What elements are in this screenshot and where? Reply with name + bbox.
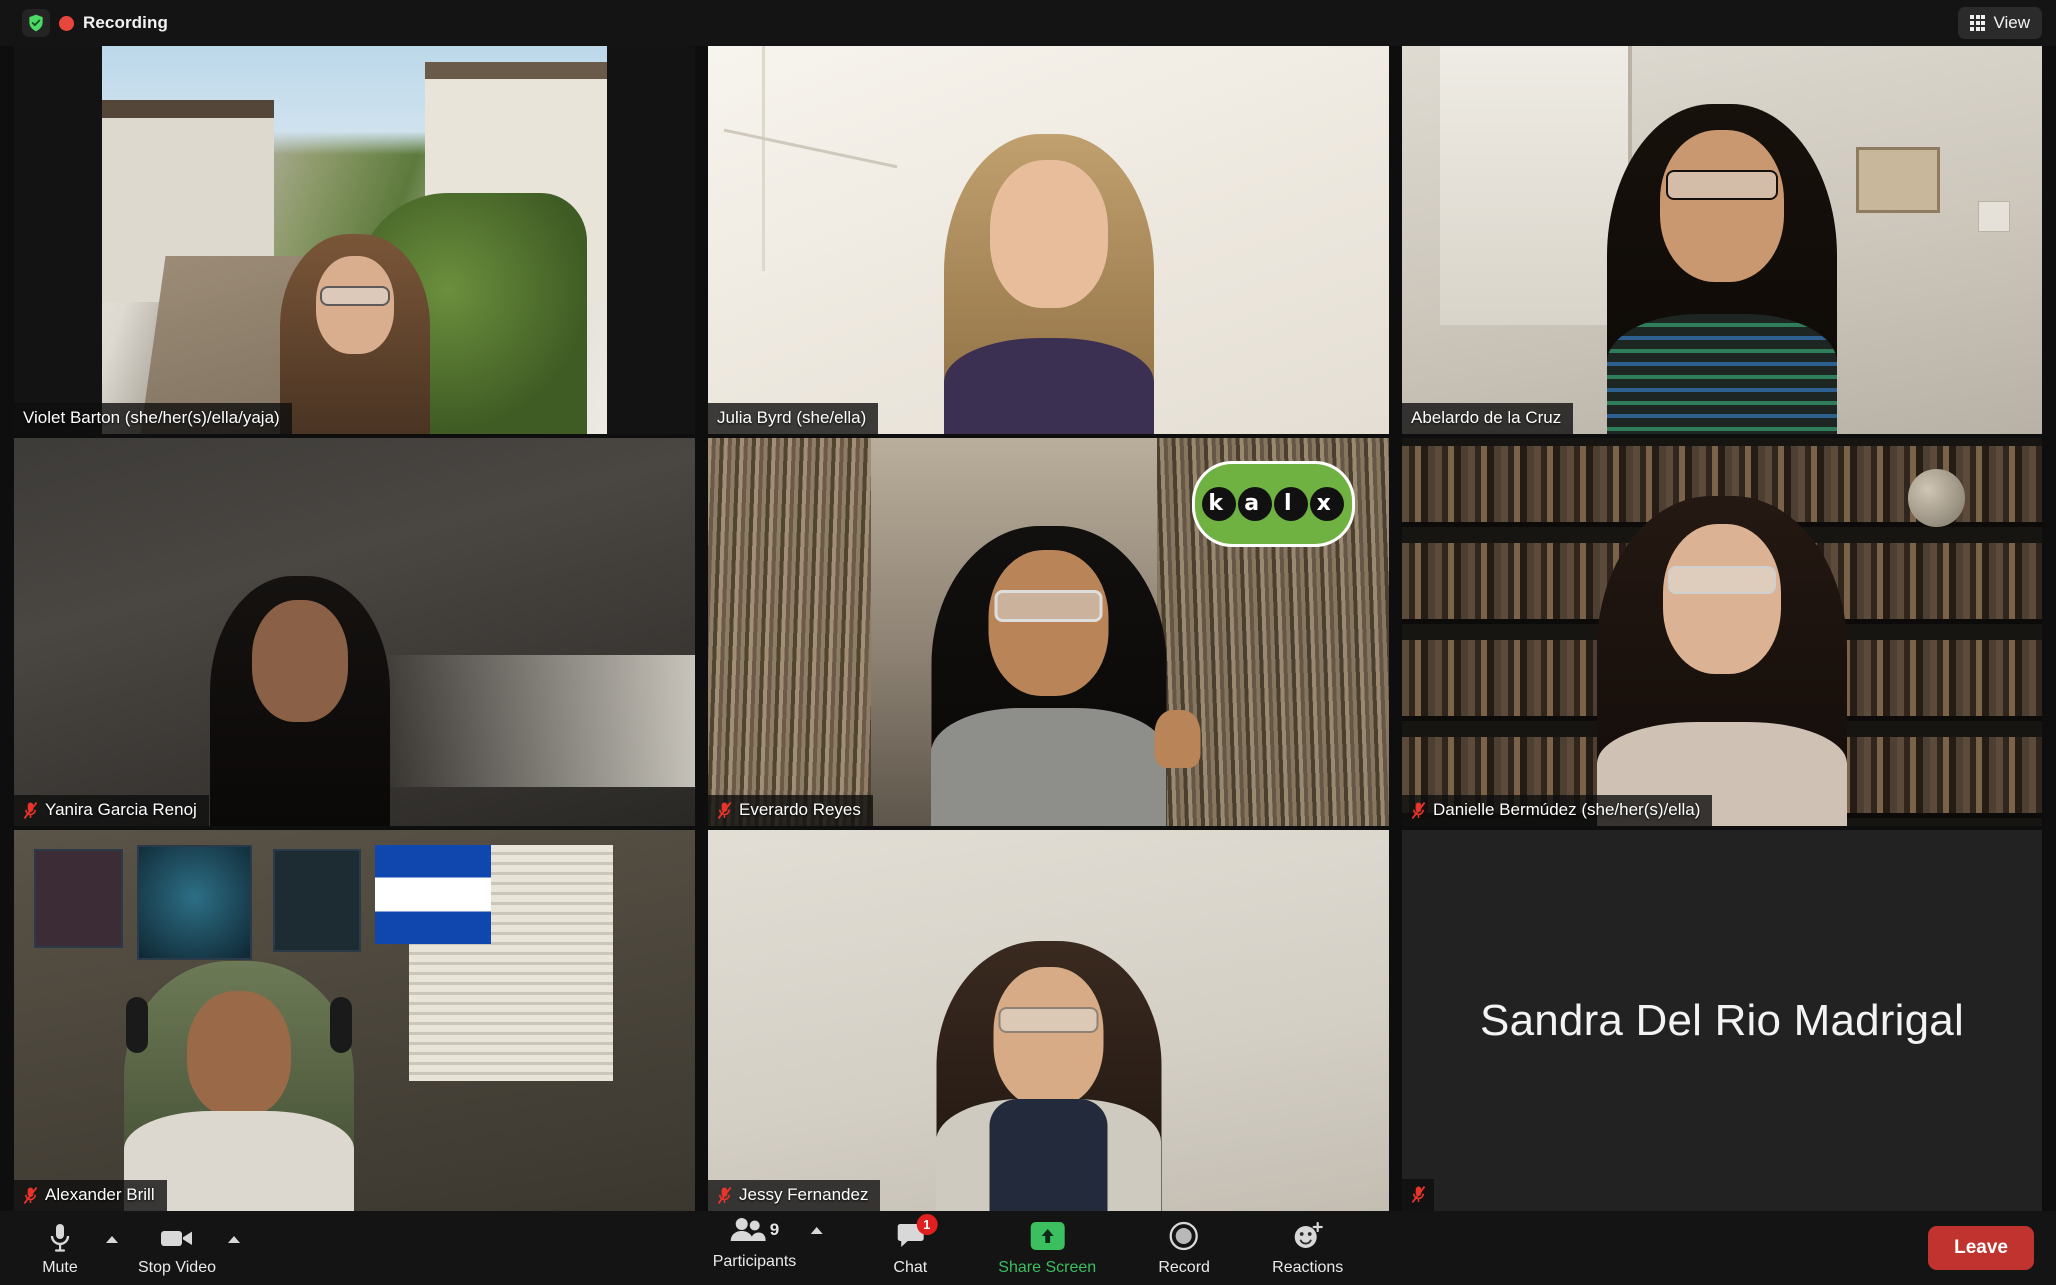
record-dot-icon: [59, 15, 74, 31]
stop-video-button-label: Stop Video: [138, 1259, 216, 1276]
toolbar-right-group: Leave: [1928, 1226, 2034, 1270]
participant-tile[interactable]: Yanira Garcia Renoj: [14, 438, 695, 826]
record-circle-icon: [1169, 1219, 1199, 1253]
participant-nameplate: Danielle Bermúdez (she/her(s)/ella): [1402, 795, 1713, 826]
record-button[interactable]: Record: [1142, 1213, 1226, 1283]
muted-microphone-icon: [23, 1186, 38, 1205]
recording-label: Recording: [83, 13, 168, 32]
reactions-button[interactable]: Reactions: [1264, 1213, 1351, 1283]
participant-tile[interactable]: Violet Barton (she/her(s)/ella/yaja): [14, 46, 695, 434]
smiley-plus-icon: [1292, 1219, 1324, 1253]
participant-tile[interactable]: Danielle Bermúdez (she/her(s)/ella): [1402, 438, 2042, 826]
top-bar: Recording View: [0, 0, 2056, 46]
video-options-chevron[interactable]: [226, 1213, 250, 1283]
chat-bubble-icon: 1: [895, 1214, 938, 1253]
participants-button-label: Participants: [712, 1253, 797, 1270]
participant-nameplate: [1402, 1179, 1434, 1211]
participant-nameplate: Abelardo de la Cruz: [1402, 403, 1574, 434]
view-button-label: View: [1993, 13, 2030, 32]
microphone-icon: [47, 1219, 73, 1253]
view-button[interactable]: View: [1958, 7, 2042, 39]
participant-tile[interactable]: Abelardo de la Cruz: [1402, 46, 2042, 434]
participant-nameplate: Violet Barton (she/her(s)/ella/yaja): [14, 403, 292, 434]
participant-name: Abelardo de la Cruz: [1411, 408, 1562, 427]
grid-view-icon: [1970, 15, 1986, 31]
video-gallery: Violet Barton (she/her(s)/ella/yaja) Jul…: [0, 46, 2056, 1211]
muted-microphone-icon: [717, 1186, 732, 1205]
mute-button-label: Mute: [42, 1259, 78, 1276]
kalx-logo: kalx: [1191, 461, 1355, 547]
muted-microphone-icon: [1411, 1185, 1426, 1204]
video-feed: [14, 438, 695, 826]
toolbar-left-group: Mute Stop Video: [0, 1213, 250, 1283]
participants-count: 9: [769, 1220, 780, 1239]
share-arrow-up-icon: [1030, 1219, 1065, 1253]
share-screen-button[interactable]: Share Screen: [990, 1213, 1104, 1283]
video-feed: kalx: [708, 438, 1389, 826]
participant-name: Jessy Fernandez: [739, 1185, 869, 1204]
record-button-label: Record: [1158, 1259, 1210, 1276]
recording-indicator: Recording: [0, 9, 168, 37]
muted-microphone-icon: [1411, 801, 1426, 820]
toolbar-center-group: 9 Participants 1 Chat Share Screen Recor…: [705, 1213, 1352, 1283]
participant-nameplate: Alexander Brill: [14, 1180, 167, 1211]
video-feed: [708, 46, 1389, 434]
participant-name: Julia Byrd (she/ella): [717, 408, 867, 427]
participant-name: Violet Barton (she/her(s)/ella/yaja): [23, 408, 280, 427]
shield-check-icon: [22, 9, 50, 37]
share-screen-button-label: Share Screen: [998, 1259, 1097, 1276]
participant-nameplate: Everardo Reyes: [708, 795, 873, 826]
chat-button[interactable]: 1 Chat: [868, 1213, 952, 1283]
participant-name: Yanira Garcia Renoj: [45, 800, 197, 819]
video-feed: [708, 830, 1389, 1211]
participant-nameplate: Jessy Fernandez: [708, 1180, 881, 1211]
muted-microphone-icon: [717, 801, 732, 820]
video-camera-icon: [160, 1219, 194, 1253]
people-icon: 9: [730, 1213, 779, 1247]
mute-button[interactable]: Mute: [18, 1213, 102, 1283]
meeting-controls-toolbar: Mute Stop Video 9 Participants 1 Chat Sh…: [0, 1211, 2056, 1285]
stop-video-button[interactable]: Stop Video: [130, 1213, 224, 1283]
chat-button-label: Chat: [893, 1259, 928, 1276]
participant-nameplate: Julia Byrd (she/ella): [708, 403, 879, 434]
participant-nameplate: Yanira Garcia Renoj: [14, 795, 209, 826]
participant-tile-no-video[interactable]: Sandra Del Rio Madrigal: [1402, 830, 2042, 1211]
participant-display-name: Sandra Del Rio Madrigal: [1480, 995, 1964, 1045]
reactions-button-label: Reactions: [1272, 1259, 1344, 1276]
participant-name: Danielle Bermúdez (she/her(s)/ella): [1433, 800, 1701, 819]
participant-name: Alexander Brill: [45, 1185, 155, 1204]
participant-name: Everardo Reyes: [739, 800, 861, 819]
participant-tile[interactable]: Jessy Fernandez: [708, 830, 1389, 1211]
video-feed: [14, 46, 695, 434]
audio-options-chevron[interactable]: [104, 1213, 128, 1283]
participant-tile[interactable]: kalx Everardo Reyes: [708, 438, 1389, 826]
video-feed: [1402, 46, 2042, 434]
leave-button[interactable]: Leave: [1928, 1226, 2034, 1270]
participants-button[interactable]: 9 Participants: [705, 1213, 831, 1283]
participant-tile-active-speaker[interactable]: Julia Byrd (she/ella): [708, 46, 1389, 434]
participants-options-chevron[interactable]: [810, 1227, 823, 1234]
participant-tile[interactable]: Alexander Brill: [14, 830, 695, 1211]
video-feed: [1402, 438, 2042, 826]
muted-microphone-icon: [23, 801, 38, 820]
video-feed: [14, 830, 695, 1211]
chat-unread-badge: 1: [916, 1214, 938, 1235]
